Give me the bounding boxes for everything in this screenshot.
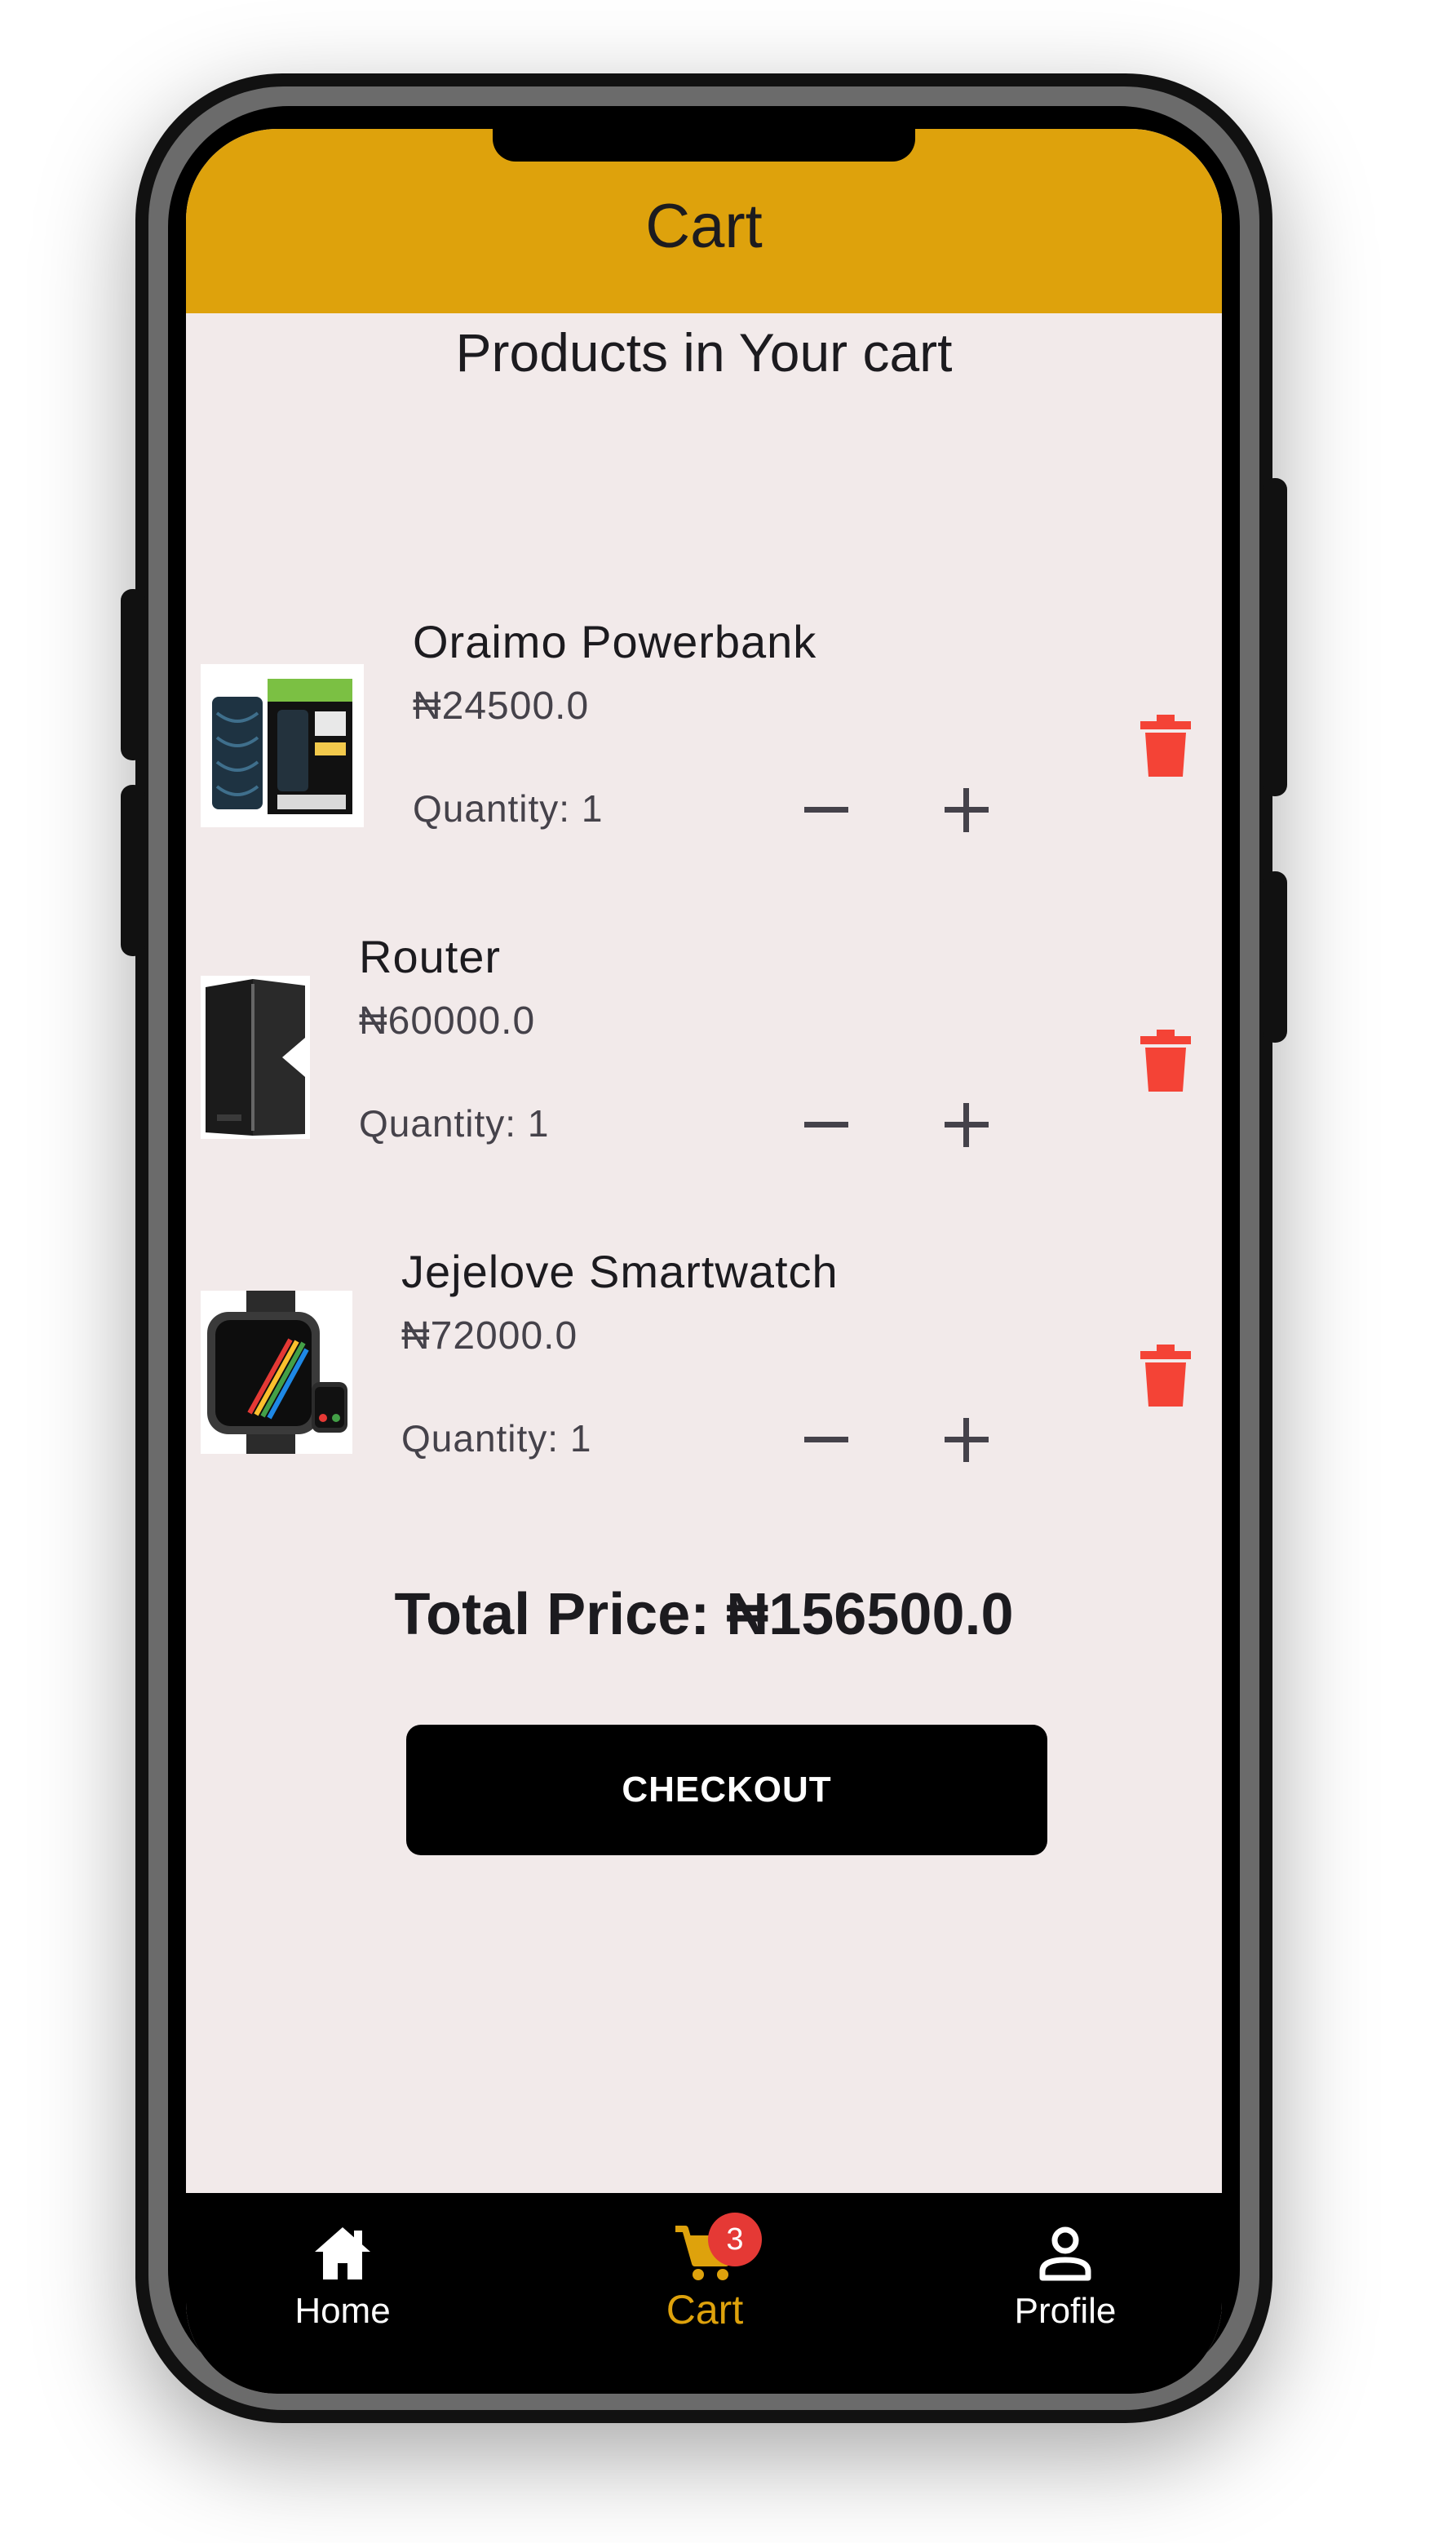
delete-item-button[interactable]	[1137, 713, 1194, 778]
minus-icon	[804, 1437, 848, 1442]
trash-icon	[1140, 1345, 1191, 1407]
nav-label-profile: Profile	[1014, 2291, 1117, 2331]
nav-item-cart[interactable]: 3 Cart	[582, 2193, 827, 2394]
nav-label-home: Home	[294, 2291, 391, 2331]
product-name: Jejelove Smartwatch	[401, 1246, 839, 1297]
product-price: ₦24500.0	[413, 684, 590, 728]
product-quantity: Quantity: 1	[413, 787, 604, 830]
nav-item-profile[interactable]: Profile	[943, 2193, 1188, 2394]
product-price: ₦60000.0	[359, 999, 536, 1043]
decrease-quantity-button[interactable]	[790, 1403, 863, 1477]
product-image-router	[201, 976, 310, 1139]
delete-item-button[interactable]	[1137, 1028, 1194, 1093]
product-image-powerbank	[201, 664, 364, 827]
increase-quantity-button[interactable]	[930, 1403, 1003, 1477]
product-name: Router	[359, 931, 502, 982]
cart-item: Router ₦60000.0 Quantity: 1	[186, 835, 1222, 1147]
product-name: Oraimo Powerbank	[413, 616, 817, 667]
nav-label-cart: Cart	[666, 2287, 744, 2333]
section-title: Products in Your cart	[455, 322, 953, 383]
product-image-smartwatch	[201, 1291, 352, 1454]
home-icon	[310, 2221, 375, 2286]
volume-up-button	[121, 589, 145, 760]
product-price: ₦72000.0	[401, 1314, 578, 1358]
total-price: Total Price: ₦156500.0	[394, 1582, 1014, 1647]
cart-item: Jejelove Smartwatch ₦72000.0 Quantity: 1	[186, 1150, 1222, 1462]
screen: Cart Products in Your cart Oraimo Powerb…	[186, 129, 1222, 2394]
product-quantity: Quantity: 1	[401, 1417, 592, 1460]
cart-count-badge: 3	[708, 2213, 762, 2266]
product-quantity: Quantity: 1	[359, 1102, 550, 1145]
power-button	[1263, 478, 1287, 796]
plus-icon	[945, 1418, 989, 1462]
nav-item-home[interactable]: Home	[220, 2193, 465, 2394]
volume-down-button	[121, 785, 145, 956]
page-title: Cart	[645, 192, 763, 261]
trash-icon	[1140, 715, 1191, 777]
camera-notch	[493, 129, 915, 162]
trash-icon	[1140, 1030, 1191, 1092]
bottom-navigation: Home 3 Cart Profile	[186, 2193, 1222, 2394]
side-button	[1263, 871, 1287, 1043]
profile-icon	[1033, 2221, 1098, 2286]
delete-item-button[interactable]	[1137, 1343, 1194, 1408]
checkout-button[interactable]: CHECKOUT	[406, 1725, 1047, 1855]
cart-item: Oraimo Powerbank ₦24500.0 Quantity: 1	[186, 521, 1222, 832]
